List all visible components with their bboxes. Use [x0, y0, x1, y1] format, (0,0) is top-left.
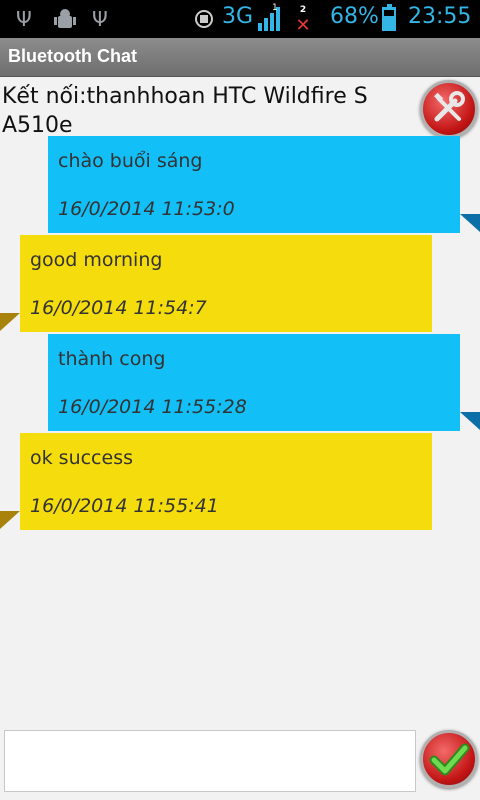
- bubble-tail: [0, 511, 20, 529]
- clock: 23:55: [408, 4, 472, 29]
- usb-icon: Ψ: [92, 7, 108, 31]
- message-timestamp: 16/0/2014 11:53:0: [58, 198, 235, 220]
- gps-icon: [194, 9, 214, 33]
- usb-icon: Ψ: [16, 7, 32, 31]
- message-text: good morning: [30, 249, 163, 271]
- disconnect-button[interactable]: [420, 80, 478, 138]
- network-type-label: 3G: [222, 4, 254, 29]
- chat-message-outgoing: thành cong 16/0/2014 11:55:28: [48, 334, 460, 431]
- android-debug-icon: [54, 8, 76, 36]
- battery-icon: [382, 4, 396, 31]
- battery-percent: 68%: [330, 4, 379, 29]
- message-timestamp: 16/0/2014 11:55:28: [58, 396, 247, 418]
- checkmark-icon: [429, 743, 470, 776]
- connection-status: Kết nối:thanhhoan HTC Wildfire S A510e: [2, 84, 368, 138]
- wrench-screwdriver-icon: [434, 91, 465, 122]
- app-title-bar: Bluetooth Chat: [0, 38, 480, 77]
- app-title: Bluetooth Chat: [8, 46, 137, 66]
- bubble-tail: [0, 313, 20, 331]
- send-button[interactable]: [420, 730, 478, 788]
- no-signal-icon: 2 ✕: [295, 5, 311, 37]
- chat-message-incoming: ok success 16/0/2014 11:55:41: [20, 433, 432, 530]
- chat-message-outgoing: chào buổi sáng 16/0/2014 11:53:0: [48, 136, 460, 233]
- signal-bars-icon: 1: [258, 3, 284, 31]
- sim2-indicator: 2: [299, 5, 307, 15]
- bubble-tail: [460, 412, 480, 430]
- chat-message-incoming: good morning 16/0/2014 11:54:7: [20, 235, 432, 332]
- message-timestamp: 16/0/2014 11:55:41: [30, 495, 219, 517]
- message-input[interactable]: [4, 730, 416, 792]
- message-timestamp: 16/0/2014 11:54:7: [30, 297, 207, 319]
- message-text: ok success: [30, 447, 133, 469]
- sim-indicator: 1: [272, 3, 278, 13]
- bubble-tail: [460, 214, 480, 232]
- status-bar: Ψ Ψ 3G 1 2 ✕ 68% 23:55: [0, 0, 480, 38]
- message-text: thành cong: [58, 348, 166, 370]
- message-text: chào buổi sáng: [58, 150, 203, 172]
